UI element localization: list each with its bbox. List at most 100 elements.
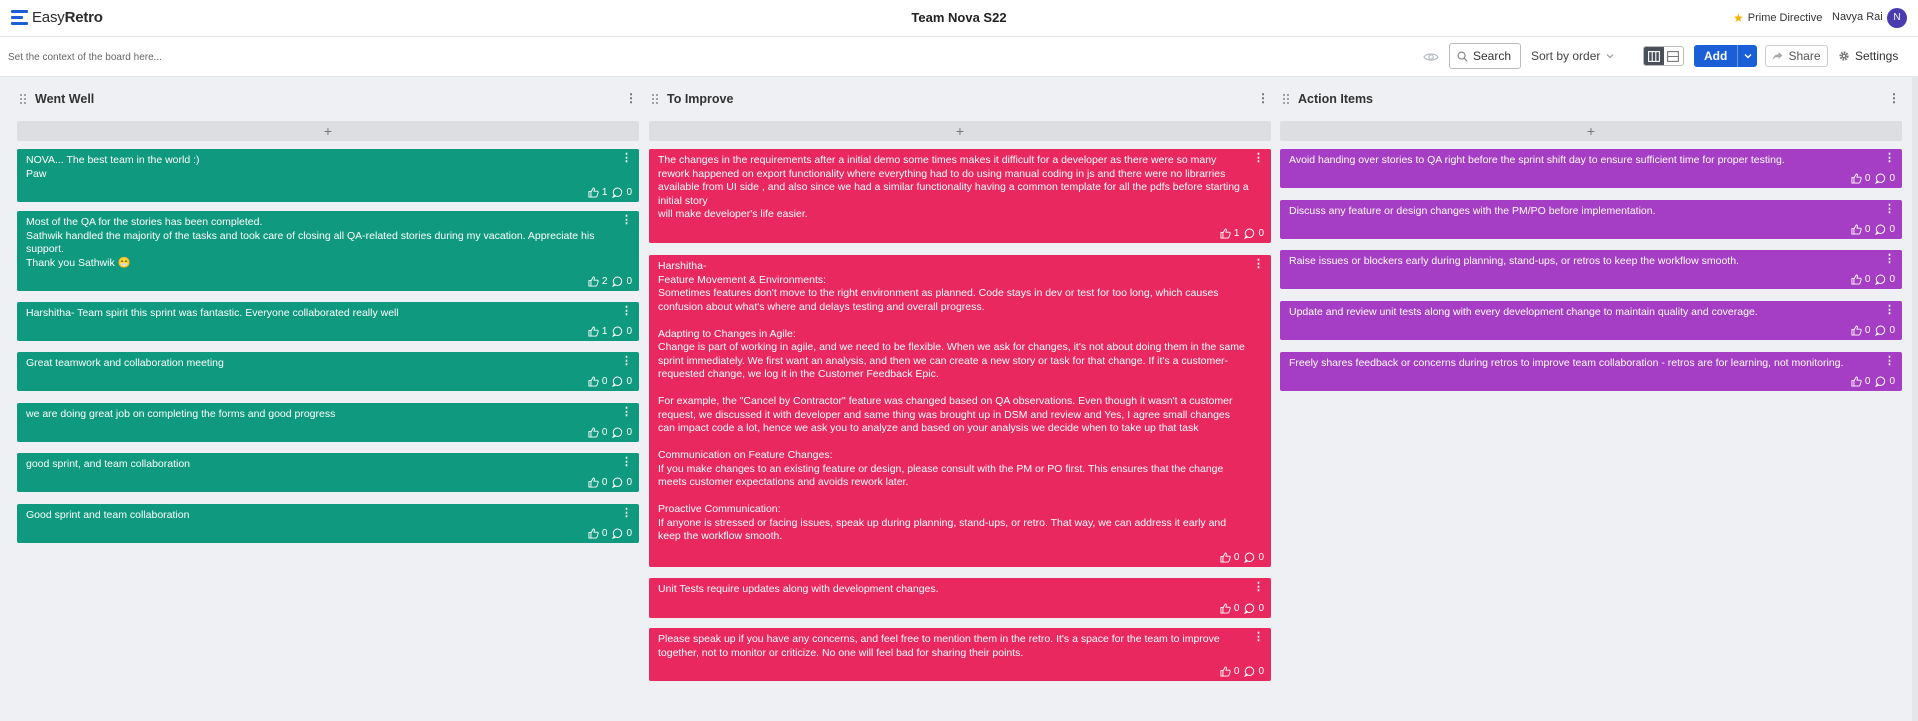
- card[interactable]: Harshitha- Feature Movement & Environmen…: [649, 255, 1271, 567]
- card[interactable]: Most of the QA for the stories has been …: [17, 211, 639, 291]
- add-card-button[interactable]: +: [649, 121, 1271, 141]
- thumbs-up-icon[interactable]: [588, 326, 599, 337]
- card-menu-icon[interactable]: ⋮: [621, 407, 632, 418]
- column-title[interactable]: To Improve: [667, 92, 733, 106]
- card-menu-icon[interactable]: ⋮: [621, 153, 632, 164]
- thumbs-up-icon[interactable]: [1851, 274, 1862, 285]
- card[interactable]: Discuss any feature or design changes wi…: [1280, 200, 1902, 239]
- card[interactable]: Freely shares feedback or concerns durin…: [1280, 352, 1902, 391]
- app-logo[interactable]: EasyRetro: [11, 9, 103, 26]
- card-menu-icon[interactable]: ⋮: [621, 356, 632, 367]
- like-count: 1: [601, 186, 608, 198]
- comment-icon[interactable]: [612, 187, 623, 198]
- comment-count: 0: [626, 325, 632, 337]
- card-menu-icon[interactable]: ⋮: [1253, 582, 1264, 593]
- card[interactable]: Update and review unit tests along with …: [1280, 301, 1902, 340]
- board-context-input[interactable]: [8, 47, 608, 67]
- thumbs-up-icon[interactable]: [588, 276, 599, 287]
- comment-icon[interactable]: [1244, 552, 1255, 563]
- rows-icon: [1667, 50, 1680, 62]
- card[interactable]: we are doing great job on completing the…: [17, 403, 639, 442]
- card[interactable]: good sprint, and team collaboration ⋮ 0 …: [17, 453, 639, 492]
- card-menu-icon[interactable]: ⋮: [1884, 204, 1895, 215]
- eye-icon[interactable]: [1423, 49, 1439, 65]
- card-text: Please speak up if you have any concerns…: [658, 633, 1223, 659]
- add-card-button[interactable]: +: [17, 121, 639, 141]
- thumbs-up-icon[interactable]: [588, 528, 599, 539]
- scrollbar[interactable]: [1912, 77, 1918, 721]
- card[interactable]: Please speak up if you have any concerns…: [649, 628, 1271, 681]
- board-title[interactable]: Team Nova S22: [911, 10, 1006, 25]
- more-vertical-icon[interactable]: ⋮: [625, 91, 637, 105]
- comment-icon[interactable]: [612, 427, 623, 438]
- like-count: 0: [1233, 551, 1240, 563]
- comment-icon[interactable]: [1875, 274, 1886, 285]
- comment-icon[interactable]: [1875, 325, 1886, 336]
- thumbs-up-icon[interactable]: [588, 187, 599, 198]
- more-vertical-icon[interactable]: ⋮: [1888, 91, 1900, 105]
- comment-icon[interactable]: [1244, 228, 1255, 239]
- chevron-down-icon: [1744, 54, 1751, 59]
- card[interactable]: NOVA... The best team in the world :) Pa…: [17, 149, 639, 202]
- thumbs-up-icon[interactable]: [1220, 603, 1231, 614]
- card-menu-icon[interactable]: ⋮: [1884, 254, 1895, 265]
- comment-icon[interactable]: [1875, 173, 1886, 184]
- card[interactable]: Unit Tests require updates along with de…: [649, 578, 1271, 618]
- drag-handle-icon[interactable]: [19, 93, 27, 105]
- card-menu-icon[interactable]: ⋮: [621, 457, 632, 468]
- row-view-button[interactable]: [1664, 47, 1684, 65]
- thumbs-up-icon[interactable]: [588, 376, 599, 387]
- avatar[interactable]: N: [1887, 8, 1907, 28]
- card-menu-icon[interactable]: ⋮: [1253, 632, 1264, 643]
- card-menu-icon[interactable]: ⋮: [1884, 153, 1895, 164]
- thumbs-up-icon[interactable]: [588, 477, 599, 488]
- card-menu-icon[interactable]: ⋮: [1884, 305, 1895, 316]
- more-vertical-icon[interactable]: ⋮: [1257, 91, 1269, 105]
- card[interactable]: Raise issues or blockers early during pl…: [1280, 250, 1902, 289]
- column-title[interactable]: Went Well: [35, 92, 94, 106]
- card-menu-icon[interactable]: ⋮: [1253, 153, 1264, 164]
- prime-directive-link[interactable]: ★ Prime Directive: [1733, 11, 1822, 25]
- card-menu-icon[interactable]: ⋮: [1253, 259, 1264, 270]
- card[interactable]: Great teamwork and collaboration meeting…: [17, 352, 639, 391]
- thumbs-up-icon[interactable]: [1851, 224, 1862, 235]
- column-view-button[interactable]: [1644, 47, 1664, 65]
- user-name[interactable]: Navya Rai: [1832, 11, 1883, 23]
- comment-icon[interactable]: [612, 376, 623, 387]
- comment-icon[interactable]: [1244, 666, 1255, 677]
- comment-icon[interactable]: [1244, 603, 1255, 614]
- comment-icon[interactable]: [612, 528, 623, 539]
- column-title[interactable]: Action Items: [1298, 92, 1373, 106]
- drag-handle-icon[interactable]: [1282, 93, 1290, 105]
- card[interactable]: Good sprint and team collaboration ⋮ 0 0: [17, 504, 639, 543]
- card[interactable]: Harshitha- Team spirit this sprint was f…: [17, 302, 639, 341]
- add-card-button[interactable]: +: [1280, 121, 1902, 141]
- card-menu-icon[interactable]: ⋮: [621, 215, 632, 226]
- settings-button[interactable]: Settings: [1838, 49, 1898, 63]
- card-menu-icon[interactable]: ⋮: [621, 306, 632, 317]
- comment-icon[interactable]: [612, 326, 623, 337]
- comment-icon[interactable]: [612, 477, 623, 488]
- share-button[interactable]: Share: [1765, 45, 1828, 67]
- thumbs-up-icon[interactable]: [1220, 228, 1231, 239]
- comment-icon[interactable]: [612, 276, 623, 287]
- card[interactable]: Avoid handing over stories to QA right b…: [1280, 149, 1902, 188]
- thumbs-up-icon[interactable]: [1220, 552, 1231, 563]
- card-menu-icon[interactable]: ⋮: [1884, 356, 1895, 367]
- drag-handle-icon[interactable]: [651, 93, 659, 105]
- thumbs-up-icon[interactable]: [588, 427, 599, 438]
- comment-icon[interactable]: [1875, 376, 1886, 387]
- card-footer: 2 0: [588, 275, 632, 289]
- thumbs-up-icon[interactable]: [1851, 325, 1862, 336]
- like-count: 0: [1864, 223, 1871, 235]
- card-menu-icon[interactable]: ⋮: [621, 508, 632, 519]
- thumbs-up-icon[interactable]: [1851, 376, 1862, 387]
- thumbs-up-icon[interactable]: [1220, 666, 1231, 677]
- search-button[interactable]: Search: [1449, 43, 1521, 69]
- comment-icon[interactable]: [1875, 224, 1886, 235]
- add-button[interactable]: Add: [1694, 45, 1757, 67]
- add-dropdown-button[interactable]: [1737, 45, 1757, 67]
- card[interactable]: The changes in the requirements after a …: [649, 149, 1271, 243]
- thumbs-up-icon[interactable]: [1851, 173, 1862, 184]
- sort-dropdown[interactable]: Sort by order: [1531, 49, 1614, 63]
